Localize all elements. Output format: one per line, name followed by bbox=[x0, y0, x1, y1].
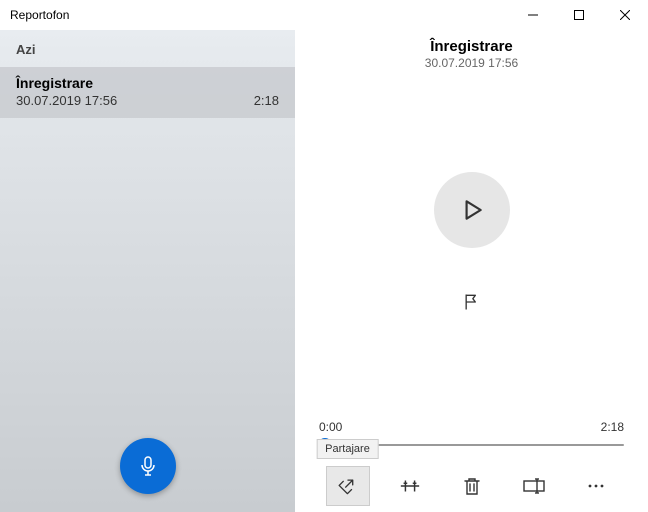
delete-button[interactable] bbox=[450, 466, 494, 506]
share-icon bbox=[338, 476, 358, 496]
content: Azi Înregistrare 30.07.2019 17:56 2:18 Î… bbox=[0, 30, 648, 512]
play-button[interactable] bbox=[434, 172, 510, 248]
minimize-icon bbox=[528, 10, 538, 20]
window-controls bbox=[510, 0, 648, 30]
add-marker-button[interactable] bbox=[456, 286, 488, 318]
trim-button[interactable] bbox=[388, 466, 432, 506]
maximize-icon bbox=[574, 10, 584, 20]
rename-icon bbox=[523, 478, 545, 494]
play-icon bbox=[459, 197, 485, 223]
share-button[interactable]: Partajare bbox=[326, 466, 370, 506]
sidebar: Azi Înregistrare 30.07.2019 17:56 2:18 bbox=[0, 30, 295, 512]
trim-icon bbox=[399, 476, 421, 496]
microphone-icon bbox=[136, 454, 160, 478]
recording-title: Înregistrare bbox=[16, 75, 279, 91]
bottom-toolbar: Partajare bbox=[295, 460, 648, 512]
section-header: Azi bbox=[0, 30, 295, 67]
time-current: 0:00 bbox=[319, 420, 342, 434]
rename-button[interactable] bbox=[512, 466, 556, 506]
close-icon bbox=[620, 10, 630, 20]
flag-icon bbox=[462, 292, 482, 312]
close-button[interactable] bbox=[602, 0, 648, 30]
recording-detail-timestamp: 30.07.2019 17:56 bbox=[295, 56, 648, 70]
play-area bbox=[295, 70, 648, 420]
ellipsis-icon bbox=[587, 483, 605, 489]
titlebar: Reportofon bbox=[0, 0, 648, 30]
main-header: Înregistrare 30.07.2019 17:56 bbox=[295, 30, 648, 70]
maximize-button[interactable] bbox=[556, 0, 602, 30]
minimize-button[interactable] bbox=[510, 0, 556, 30]
recording-list-item[interactable]: Înregistrare 30.07.2019 17:56 2:18 bbox=[0, 67, 295, 118]
record-button[interactable] bbox=[120, 438, 176, 494]
recording-duration: 2:18 bbox=[254, 93, 279, 108]
trash-icon bbox=[463, 476, 481, 496]
main-panel: Înregistrare 30.07.2019 17:56 0:00 2:18 bbox=[295, 30, 648, 512]
recording-detail-title: Înregistrare bbox=[295, 38, 648, 55]
time-total: 2:18 bbox=[601, 420, 624, 434]
recording-timestamp: 30.07.2019 17:56 bbox=[16, 93, 117, 108]
share-tooltip: Partajare bbox=[316, 439, 379, 459]
app-title: Reportofon bbox=[10, 8, 69, 22]
more-button[interactable] bbox=[574, 466, 618, 506]
